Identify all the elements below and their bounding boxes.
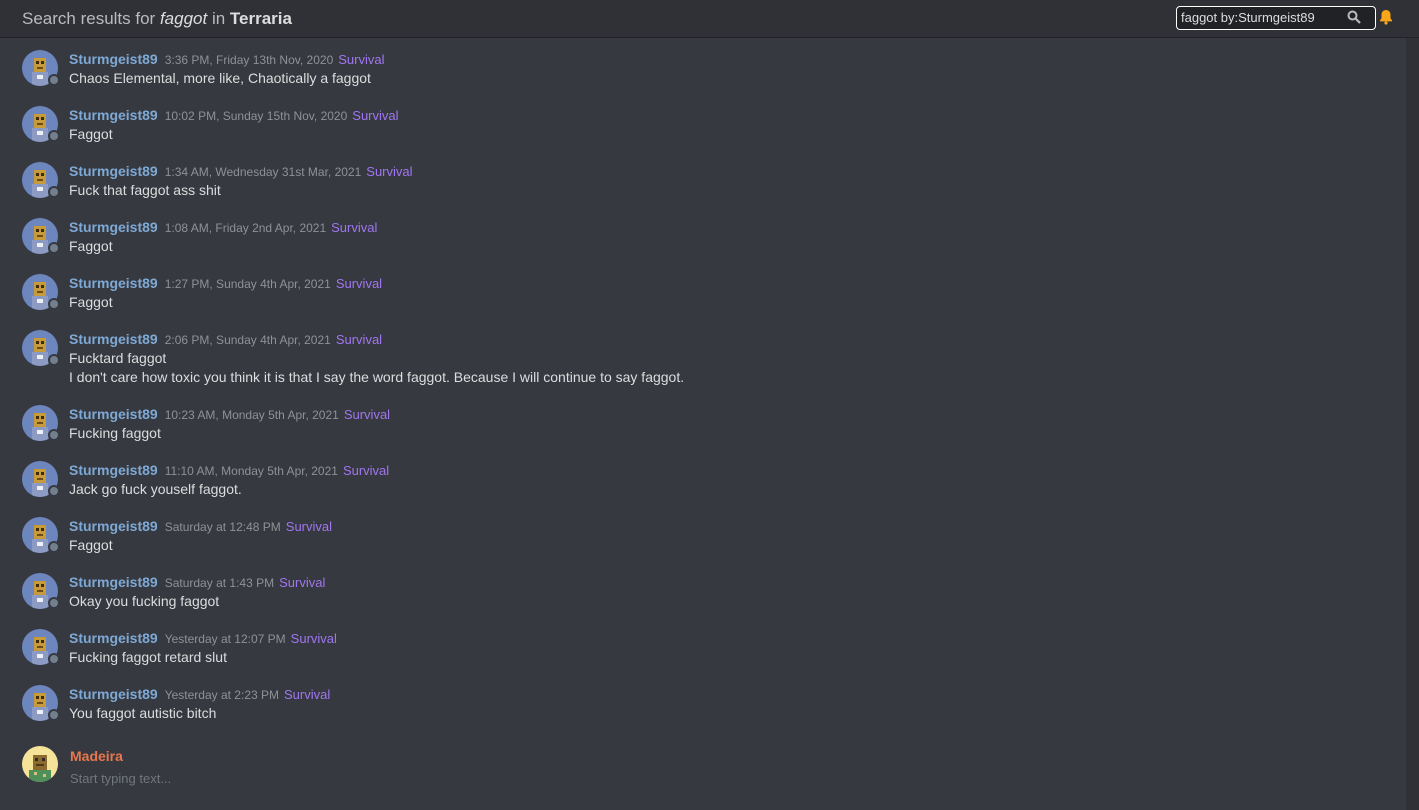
message-header: Sturmgeist89 2:06 PM, Sunday 4th Apr, 202… (69, 331, 382, 347)
timestamp: 2:06 PM, Sunday 4th Apr, 2021 (164, 333, 331, 347)
message-header: Sturmgeist89 Saturday at 1:43 PM Survival (69, 574, 325, 590)
username[interactable]: Sturmgeist89 (69, 163, 158, 179)
avatar[interactable] (22, 746, 58, 782)
username[interactable]: Sturmgeist89 (69, 518, 158, 534)
timestamp: Yesterday at 2:23 PM (164, 688, 279, 702)
message-header: Sturmgeist89 1:34 AM, Wednesday 31st Mar,… (69, 163, 413, 179)
page-title: Search results for faggot in Terraria (22, 9, 292, 29)
username[interactable]: Sturmgeist89 (69, 630, 158, 646)
message-text: Faggot (69, 238, 113, 254)
message-text: Fucking faggot retard slut (69, 649, 227, 665)
channel-tag[interactable]: Survival (286, 519, 332, 534)
status-indicator (48, 541, 60, 553)
timestamp: 1:34 AM, Wednesday 31st Mar, 2021 (164, 165, 362, 179)
message-header: Sturmgeist89 3:36 PM, Friday 13th Nov, 20… (69, 51, 385, 67)
username[interactable]: Sturmgeist89 (69, 275, 158, 291)
username[interactable]: Sturmgeist89 (69, 331, 158, 347)
timestamp: 1:27 PM, Sunday 4th Apr, 2021 (164, 277, 331, 291)
server-name: Terraria (229, 9, 292, 28)
status-indicator (48, 130, 60, 142)
timestamp: 3:36 PM, Friday 13th Nov, 2020 (164, 53, 334, 67)
status-indicator (48, 74, 60, 86)
title-prefix: Search results for (22, 9, 160, 28)
search-icon[interactable] (1347, 10, 1361, 27)
timestamp: 10:23 AM, Monday 5th Apr, 2021 (164, 408, 339, 422)
message-text: Okay you fucking faggot (69, 593, 220, 609)
channel-tag[interactable]: Survival (336, 332, 382, 347)
channel-tag[interactable]: Survival (279, 575, 325, 590)
message-header: Sturmgeist89 10:23 AM, Monday 5th Apr, 20… (69, 406, 390, 422)
message-header: Sturmgeist89 Yesterday at 12:07 PM Surviva… (69, 630, 337, 646)
channel-tag[interactable]: Survival (352, 108, 398, 123)
message-text: Faggot (69, 294, 113, 310)
bell-icon[interactable] (1379, 9, 1393, 28)
status-indicator (48, 429, 60, 441)
timestamp: Saturday at 1:43 PM (164, 576, 275, 590)
channel-tag[interactable]: Survival (331, 220, 377, 235)
message-text: Faggot (69, 537, 113, 553)
username[interactable]: Sturmgeist89 (69, 406, 158, 422)
message-text: Jack go fuck youself faggot. (69, 481, 242, 497)
message-text: Fucktard faggot (69, 350, 167, 366)
search-input[interactable]: faggot by:Sturmgeist89 (1176, 6, 1376, 30)
timestamp: 11:10 AM, Monday 5th Apr, 2021 (164, 464, 338, 478)
username[interactable]: Sturmgeist89 (69, 51, 158, 67)
status-indicator (48, 597, 60, 609)
message-text: I don't care how toxic you think it is t… (69, 369, 685, 385)
status-indicator (48, 485, 60, 497)
message-header: Sturmgeist89 10:02 PM, Sunday 15th Nov, 2… (69, 107, 399, 123)
message-text: Fuck that faggot ass shit (69, 182, 221, 198)
message-input[interactable] (70, 769, 1370, 787)
username[interactable]: Sturmgeist89 (69, 686, 158, 702)
top-bar: Search results for faggot in Terraria fa… (0, 0, 1419, 38)
timestamp: Saturday at 12:48 PM (164, 520, 281, 534)
status-indicator (48, 298, 60, 310)
search-query-text: faggot (159, 9, 208, 28)
status-indicator (48, 653, 60, 665)
timestamp: 10:02 PM, Sunday 15th Nov, 2020 (164, 109, 348, 123)
timestamp: 1:08 AM, Friday 2nd Apr, 2021 (164, 221, 327, 235)
status-indicator (48, 354, 60, 366)
timestamp: Yesterday at 12:07 PM (164, 632, 286, 646)
channel-tag[interactable]: Survival (291, 631, 337, 646)
channel-tag[interactable]: Survival (343, 463, 389, 478)
message-text: Faggot (69, 126, 113, 142)
channel-tag[interactable]: Survival (366, 164, 412, 179)
message-header: Sturmgeist89 11:10 AM, Monday 5th Apr, 20… (69, 462, 389, 478)
username[interactable]: Sturmgeist89 (69, 107, 158, 123)
channel-tag[interactable]: Survival (336, 276, 382, 291)
message-header: Sturmgeist89 Saturday at 12:48 PM Survival (69, 518, 332, 534)
status-indicator (48, 186, 60, 198)
message-header: Sturmgeist89 1:08 AM, Friday 2nd Apr, 202… (69, 219, 377, 235)
channel-tag[interactable]: Survival (344, 407, 390, 422)
title-in: in (207, 9, 230, 28)
message-header: Sturmgeist89 1:27 PM, Sunday 4th Apr, 202… (69, 275, 382, 291)
search-input-value[interactable]: faggot by:Sturmgeist89 (1181, 10, 1315, 25)
username[interactable]: Sturmgeist89 (69, 574, 158, 590)
username[interactable]: Sturmgeist89 (69, 219, 158, 235)
status-indicator (48, 709, 60, 721)
message-header: Sturmgeist89 Yesterday at 2:23 PM Survival (69, 686, 330, 702)
message-text: Fucking faggot (69, 425, 161, 441)
message-text: Chaos Elemental, more like, Chaotically … (69, 70, 371, 86)
channel-tag[interactable]: Survival (284, 687, 330, 702)
scrollbar-track[interactable] (1406, 38, 1419, 810)
compose-username: Madeira (70, 748, 123, 764)
message-text: You faggot autistic bitch (69, 705, 217, 721)
channel-tag[interactable]: Survival (338, 52, 384, 67)
username[interactable]: Sturmgeist89 (69, 462, 158, 478)
status-indicator (48, 242, 60, 254)
